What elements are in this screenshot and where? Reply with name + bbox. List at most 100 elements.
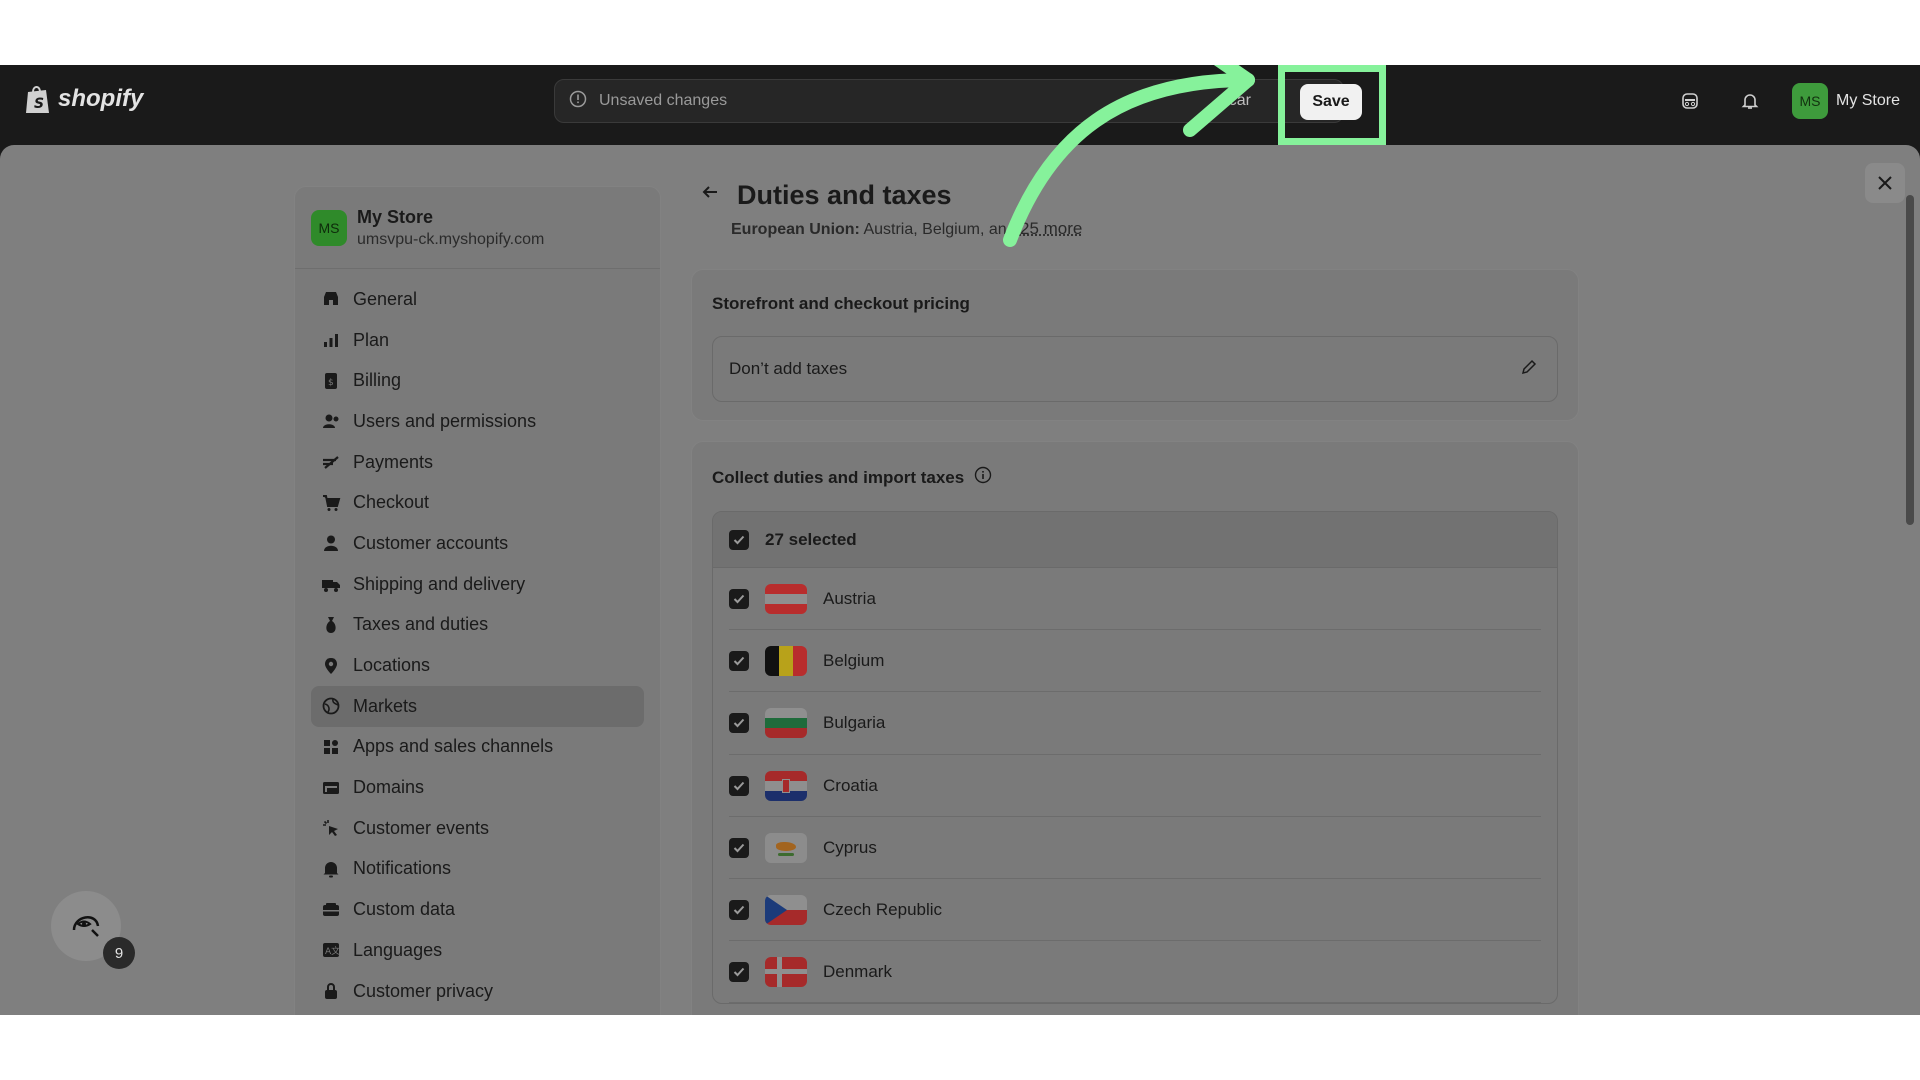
pointer-arrow-icon — [1003, 65, 1255, 247]
brand-name: shopify — [58, 85, 144, 112]
close-icon[interactable] — [1865, 163, 1905, 203]
country-checkbox[interactable] — [729, 775, 749, 796]
svg-text:$: $ — [328, 378, 334, 388]
app-frame: S shopify Unsaved changes car Save MS My… — [0, 65, 1920, 1015]
settings-nav: General Plan $ Billing Users and permissions… — [295, 269, 660, 1011]
svg-text:S: S — [34, 96, 44, 112]
country-row-belgium[interactable]: Belgium — [713, 630, 1557, 693]
unsaved-label: Unsaved changes — [599, 92, 728, 109]
sidebar-item-custom-data[interactable]: Custom data — [311, 889, 644, 930]
truck-icon — [321, 574, 341, 594]
shopify-logo[interactable]: S shopify — [24, 83, 143, 115]
country-list: 27 selected Austria Belgium Bulgaria Croati… — [712, 511, 1558, 1005]
flag-cyprus-icon — [765, 832, 807, 863]
scrollbar[interactable] — [1906, 195, 1914, 525]
users-icon — [321, 411, 341, 431]
country-checkbox[interactable] — [729, 900, 749, 921]
back-arrow-icon[interactable] — [699, 181, 721, 209]
settings-modal: MS My Store umsvpu-ck.myshopify.com Gene… — [0, 145, 1920, 1015]
assistant-icon — [66, 904, 106, 949]
pricing-value: Don’t add taxes — [729, 359, 848, 378]
tax-icon — [321, 615, 341, 635]
sidebar-item-markets[interactable]: Markets — [311, 685, 644, 727]
pricing-option[interactable]: Don’t add taxes — [712, 336, 1558, 402]
sidebar-item-customer-accounts[interactable]: Customer accounts — [311, 523, 644, 564]
country-row-czech-republic[interactable]: Czech Republic — [713, 879, 1557, 942]
sidebar-item-locations[interactable]: Locations — [311, 645, 644, 686]
sidebar-item-customer-privacy[interactable]: Customer privacy — [311, 971, 644, 1012]
plan-icon — [321, 330, 341, 350]
store-header[interactable]: MS My Store umsvpu-ck.myshopify.com — [295, 187, 660, 269]
alert-icon — [569, 90, 587, 113]
country-row-croatia[interactable]: Croatia — [713, 755, 1557, 817]
country-checkbox[interactable] — [729, 589, 749, 610]
country-checkbox[interactable] — [729, 651, 749, 672]
sidebar-item-customer-events[interactable]: Customer events — [311, 808, 644, 849]
pricing-card-title: Storefront and checkout pricing — [712, 294, 970, 313]
sidebar-item-label: Plan — [353, 329, 390, 350]
sidebar-item-domains[interactable]: Domains — [311, 767, 644, 808]
select-all-checkbox[interactable] — [729, 529, 749, 550]
country-checkbox[interactable] — [729, 962, 749, 983]
country-row-bulgaria[interactable]: Bulgaria — [713, 692, 1557, 755]
store-name: My Store — [357, 206, 434, 227]
settings-sidebar: MS My Store umsvpu-ck.myshopify.com Gene… — [294, 186, 661, 1015]
sidebar-item-users-and-permissions[interactable]: Users and permissions — [311, 401, 644, 442]
bell-icon[interactable] — [1732, 83, 1768, 119]
sidebar-item-general[interactable]: General — [311, 279, 644, 320]
sidebar-item-label: Checkout — [353, 492, 430, 513]
country-row-cyprus[interactable]: Cyprus — [713, 817, 1557, 880]
country-checkbox[interactable] — [729, 837, 749, 858]
sidebar-item-payments[interactable]: Payments — [311, 442, 644, 483]
sidebar-item-billing[interactable]: $ Billing — [311, 360, 644, 401]
sidebar-item-checkout[interactable]: Checkout — [311, 482, 644, 523]
sidebar-item-apps-and-sales-channels[interactable]: Apps and sales channels — [311, 727, 644, 768]
top-right-controls: MS My Store — [1672, 83, 1900, 119]
region-label: European Union: — [731, 221, 860, 238]
sidebar-item-label: Markets — [353, 695, 418, 716]
sidebar-item-plan[interactable]: Plan — [311, 320, 644, 361]
pencil-icon[interactable] — [1519, 357, 1539, 382]
country-checkbox[interactable] — [729, 713, 749, 734]
sidebar-item-languages[interactable]: A文 Languages — [311, 930, 644, 971]
sidebar-item-taxes-and-duties[interactable]: Taxes and duties — [311, 605, 644, 646]
sidebar-item-label: Notifications — [353, 858, 452, 879]
sidebar-item-label: Apps and sales channels — [353, 736, 554, 757]
country-row-austria[interactable]: Austria — [713, 568, 1557, 631]
country-name: Austria — [823, 589, 876, 609]
sidebar-item-shipping-and-delivery[interactable]: Shipping and delivery — [311, 564, 644, 605]
sidebar-item-notifications[interactable]: Notifications — [311, 849, 644, 890]
billing-icon: $ — [321, 371, 341, 391]
store-avatar: MS — [311, 209, 347, 246]
duties-card-title: Collect duties and import taxes — [712, 467, 965, 487]
flag-belgium-icon — [765, 646, 807, 677]
sidebar-item-label: Locations — [353, 655, 431, 676]
flag-croatia-icon — [765, 770, 807, 801]
country-row-denmark[interactable]: Denmark — [713, 941, 1557, 1004]
top-bar: S shopify Unsaved changes car Save MS My… — [0, 65, 1920, 137]
data-icon — [321, 900, 341, 920]
selected-count: 27 selected — [765, 529, 857, 549]
sidebar-item-label: Payments — [353, 451, 434, 472]
country-name: Belgium — [823, 651, 885, 671]
info-icon[interactable] — [974, 466, 992, 489]
country-rows: Austria Belgium Bulgaria Croatia Cyprus Czech… — [713, 568, 1557, 1004]
sidebar-item-label: Users and permissions — [353, 410, 537, 431]
incognito-icon[interactable] — [1672, 83, 1708, 119]
select-all-row[interactable]: 27 selected — [713, 512, 1557, 568]
duties-card-header: Collect duties and import taxes — [692, 442, 1578, 489]
store-url: umsvpu-ck.myshopify.com — [357, 230, 545, 248]
flag-austria-icon — [765, 584, 807, 615]
svg-text:A文: A文 — [325, 945, 340, 957]
sidebar-item-label: Languages — [353, 939, 443, 960]
globe-icon — [321, 696, 341, 716]
duties-card: Collect duties and import taxes 27 selec… — [691, 441, 1579, 1015]
sidebar-item-label: Customer accounts — [353, 532, 509, 553]
account-store-name: My Store — [1835, 92, 1900, 109]
helper-widget[interactable]: 9 — [51, 891, 135, 969]
flag-denmark-icon — [765, 957, 807, 988]
cart-icon — [321, 493, 341, 513]
sidebar-item-label: Customer events — [353, 817, 490, 838]
account-menu[interactable]: MS My Store — [1791, 83, 1900, 119]
person-icon — [321, 533, 341, 553]
